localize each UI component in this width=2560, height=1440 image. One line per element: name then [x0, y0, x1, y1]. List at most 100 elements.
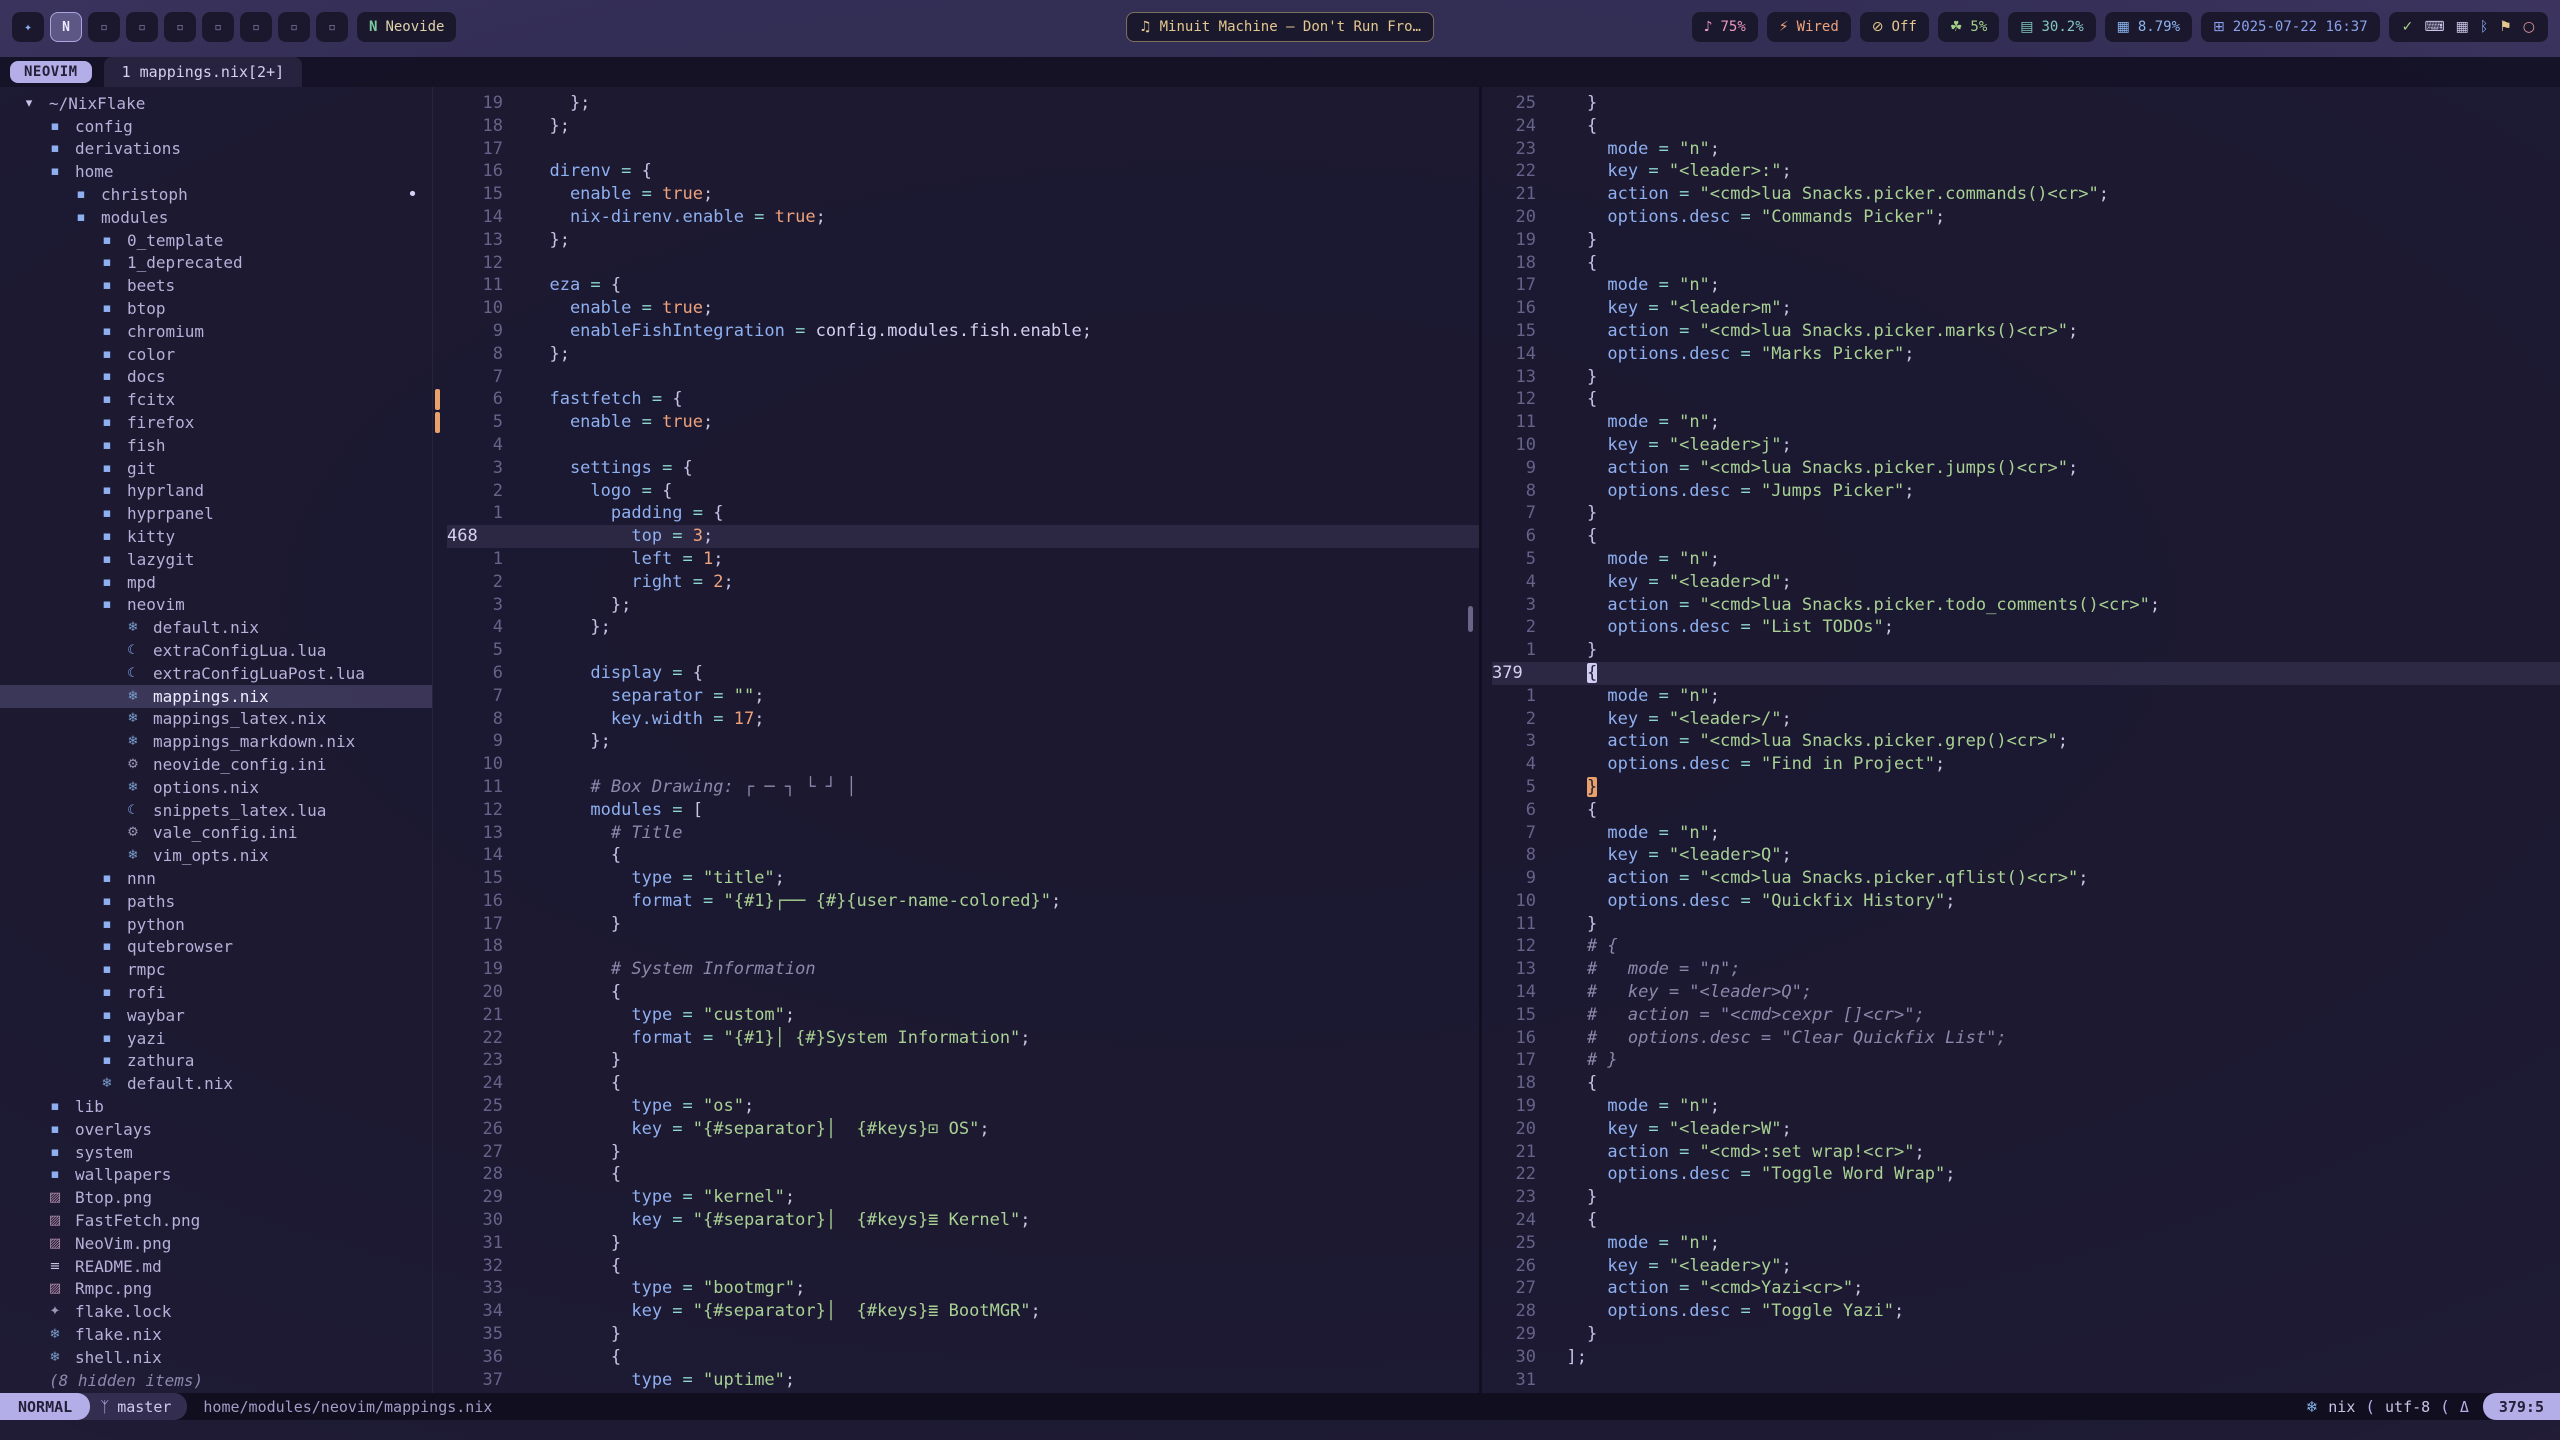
tree-item[interactable]: ▪qutebrowser	[0, 935, 432, 958]
tree-item[interactable]: ▪christoph•	[0, 183, 432, 206]
code-line[interactable]: 15 action = "<cmd>lua Snacks.picker.mark…	[1492, 320, 2560, 343]
workspace-button-8[interactable]: ▫	[278, 12, 310, 42]
code-line[interactable]: 6 {	[1492, 525, 2560, 548]
tree-item[interactable]: ▪color	[0, 343, 432, 366]
code-line[interactable]: 5	[447, 639, 1479, 662]
tree-item[interactable]: ▪beets	[0, 274, 432, 297]
code-line[interactable]: 30 key = "{#separator}│ {#keys}≣ Kernel"…	[447, 1209, 1479, 1232]
code-line[interactable]: 1 mode = "n";	[1492, 685, 2560, 708]
code-line[interactable]: 14 {	[447, 844, 1479, 867]
tree-item[interactable]: ▪hyprland	[0, 480, 432, 503]
code-line[interactable]: 2 key = "<leader>/";	[1492, 708, 2560, 731]
code-line[interactable]: 6 fastfetch = {	[447, 388, 1479, 411]
tree-item[interactable]: ≡README.md	[0, 1255, 432, 1278]
tree-item[interactable]: ❄default.nix	[0, 1072, 432, 1095]
code-line[interactable]: 26 key = "<leader>y";	[1492, 1255, 2560, 1278]
code-line[interactable]: 7 }	[1492, 502, 2560, 525]
code-line[interactable]: 18 };	[447, 115, 1479, 138]
code-line[interactable]: 3 action = "<cmd>lua Snacks.picker.todo_…	[1492, 594, 2560, 617]
code-line[interactable]: 12 # {	[1492, 935, 2560, 958]
tree-item[interactable]: ▨NeoVim.png	[0, 1232, 432, 1255]
code-line[interactable]: 2 options.desc = "List TODOs";	[1492, 616, 2560, 639]
tree-item[interactable]: ▪fcitx	[0, 388, 432, 411]
tree-item[interactable]: ▪fish	[0, 434, 432, 457]
tree-item[interactable]: ▪overlays	[0, 1118, 432, 1141]
code-line[interactable]: 24 {	[447, 1072, 1479, 1095]
tree-item[interactable]: ❄options.nix	[0, 776, 432, 799]
code-line[interactable]: 12 {	[1492, 388, 2560, 411]
code-line[interactable]: 17	[447, 138, 1479, 161]
code-line[interactable]: 3 settings = {	[447, 457, 1479, 480]
code-line[interactable]: 11 }	[1492, 913, 2560, 936]
tree-item[interactable]: ▪nnn	[0, 867, 432, 890]
code-line[interactable]: 15 type = "title";	[447, 867, 1479, 890]
code-line[interactable]: 10	[447, 753, 1479, 776]
tree-item[interactable]: ▪chromium	[0, 320, 432, 343]
tree-item[interactable]: ▪1_deprecated	[0, 252, 432, 275]
tree-item[interactable]: ❄shell.nix	[0, 1346, 432, 1369]
scrollbar-thumb[interactable]	[1468, 606, 1473, 632]
workspace-button-5[interactable]: ▫	[164, 12, 196, 42]
code-line[interactable]: 379 {	[1492, 662, 2560, 685]
tree-item[interactable]: ▪paths	[0, 890, 432, 913]
tree-item[interactable]: ▪modules	[0, 206, 432, 229]
code-line[interactable]: 7	[447, 366, 1479, 389]
code-line[interactable]: 31	[1492, 1369, 2560, 1392]
tray-check-icon[interactable]: ✓	[2402, 19, 2414, 35]
git-branch[interactable]: ᛉ master	[76, 1393, 187, 1420]
tree-item[interactable]: ▪lib	[0, 1095, 432, 1118]
tree-item[interactable]: ▨Rmpc.png	[0, 1277, 432, 1300]
code-line[interactable]: 15 enable = true;	[447, 183, 1479, 206]
tree-item[interactable]: (8 hidden items)	[0, 1369, 432, 1392]
code-line[interactable]: 35 }	[447, 1323, 1479, 1346]
tree-item[interactable]: ⚙neovide_config.ini	[0, 753, 432, 776]
code-line[interactable]: 8 options.desc = "Jumps Picker";	[1492, 480, 2560, 503]
code-line[interactable]: 23 }	[447, 1049, 1479, 1072]
code-line[interactable]: 12	[447, 252, 1479, 275]
tree-item[interactable]: ▪neovim	[0, 594, 432, 617]
status-chip-cpu[interactable]: ▦8.79%	[2105, 12, 2192, 42]
tree-item[interactable]: ▪config	[0, 115, 432, 138]
tray-display-icon[interactable]: ▦	[2456, 19, 2469, 35]
code-line[interactable]: 14 options.desc = "Marks Picker";	[1492, 343, 2560, 366]
status-chip-power-profile[interactable]: ☘5%	[1938, 12, 1999, 42]
code-line[interactable]: 16 # options.desc = "Clear Quickfix List…	[1492, 1027, 2560, 1050]
code-line[interactable]: 3 };	[447, 594, 1479, 617]
tree-item[interactable]: ▪python	[0, 913, 432, 936]
tree-item[interactable]: ▪hyprpanel	[0, 502, 432, 525]
code-line[interactable]: 22 key = "<leader>:";	[1492, 160, 2560, 183]
workspace-button-3[interactable]: ▫	[88, 12, 120, 42]
workspace-button-7[interactable]: ▫	[240, 12, 272, 42]
code-line[interactable]: 16 direnv = {	[447, 160, 1479, 183]
code-line[interactable]: 20 options.desc = "Commands Picker";	[1492, 206, 2560, 229]
tree-item[interactable]: ▪waybar	[0, 1004, 432, 1027]
code-line[interactable]: 6 display = {	[447, 662, 1479, 685]
workspace-button-2[interactable]: N	[50, 12, 82, 42]
status-chip-memory[interactable]: ▤30.2%	[2008, 12, 2095, 42]
tree-item[interactable]: ❄mappings_markdown.nix	[0, 730, 432, 753]
code-line[interactable]: 23 }	[1492, 1186, 2560, 1209]
code-line[interactable]: 28 options.desc = "Toggle Yazi";	[1492, 1300, 2560, 1323]
code-line[interactable]: 4 key = "<leader>d";	[1492, 571, 2560, 594]
status-chip-network[interactable]: ⚡Wired	[1767, 12, 1851, 42]
tab-current[interactable]: 1 mappings.nix[2+]	[104, 57, 303, 87]
code-line[interactable]: 22 options.desc = "Toggle Word Wrap";	[1492, 1163, 2560, 1186]
code-line[interactable]: 29 type = "kernel";	[447, 1186, 1479, 1209]
code-line[interactable]: 2 logo = {	[447, 480, 1479, 503]
code-line[interactable]: 31 }	[447, 1232, 1479, 1255]
tree-item[interactable]: ▪zathura	[0, 1049, 432, 1072]
code-line[interactable]: 13 # Title	[447, 822, 1479, 845]
code-line[interactable]: 20 key = "<leader>W";	[1492, 1118, 2560, 1141]
workspace-button-9[interactable]: ▫	[316, 12, 348, 42]
tree-item[interactable]: ▪home	[0, 160, 432, 183]
code-line[interactable]: 34 key = "{#separator}│ {#keys}≣ BootMGR…	[447, 1300, 1479, 1323]
code-line[interactable]: 5 mode = "n";	[1492, 548, 2560, 571]
code-line[interactable]: 22 format = "{#1}│ {#}System Information…	[447, 1027, 1479, 1050]
code-line[interactable]: 15 # action = "<cmd>cexpr []<cr>";	[1492, 1004, 2560, 1027]
code-line[interactable]: 9 action = "<cmd>lua Snacks.picker.jumps…	[1492, 457, 2560, 480]
media-player-chip[interactable]: ♫ Minuit Machine – Don't Run Fro…	[1126, 12, 1434, 42]
tray-keyboard-icon[interactable]: ⌨	[2424, 19, 2444, 35]
tree-item[interactable]: ▪btop	[0, 297, 432, 320]
code-line[interactable]: 13 # mode = "n";	[1492, 958, 2560, 981]
tree-item[interactable]: ✦flake.lock	[0, 1300, 432, 1323]
